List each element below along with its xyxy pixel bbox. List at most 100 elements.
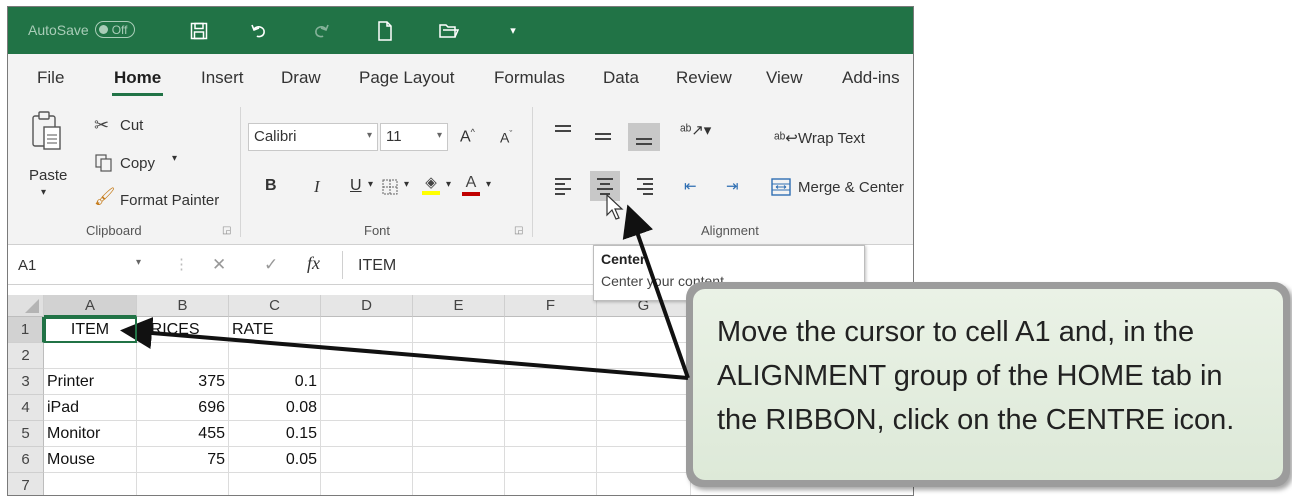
table-cell[interactable]: 455 [137,421,229,447]
column-header[interactable]: D [321,295,413,317]
underline-dropdown-icon[interactable]: ▾ [368,179,373,190]
tab-file[interactable]: File [37,68,64,88]
cell-empty[interactable] [505,317,597,343]
column-header[interactable]: F [505,295,597,317]
cell-empty[interactable] [229,473,321,495]
cell-empty[interactable] [321,343,413,369]
cell-empty[interactable] [597,421,691,447]
table-cell[interactable]: iPad [44,395,137,421]
row-header[interactable]: 3 [8,369,44,395]
table-cell[interactable]: 0.08 [229,395,321,421]
top-align-icon[interactable] [550,119,576,145]
cancel-icon[interactable]: ✕ [212,255,226,275]
redo-icon[interactable] [306,7,336,54]
cell-empty[interactable] [321,447,413,473]
tab-formulas[interactable]: Formulas [494,68,565,88]
cell-b1[interactable]: PRICES [137,317,229,343]
bold-button[interactable]: B [265,177,277,195]
cell-empty[interactable] [413,473,505,495]
cut-button[interactable]: Cut [120,117,143,134]
table-cell[interactable]: 375 [137,369,229,395]
cell-empty[interactable] [505,447,597,473]
table-cell[interactable]: 696 [137,395,229,421]
autosave-toggle[interactable]: AutoSave Off [28,21,135,38]
copy-dropdown-icon[interactable]: ▾ [172,153,177,164]
cell-a1[interactable]: ITEM [44,317,137,343]
row-header[interactable]: 7 [8,473,44,495]
merge-center-icon[interactable] [770,177,792,197]
font-size-select[interactable]: 11 ▾ [380,123,448,151]
cell-empty[interactable] [321,369,413,395]
tab-add-ins[interactable]: Add-ins [842,68,900,88]
font-color-dropdown-icon[interactable]: ▾ [486,179,491,190]
cell-empty[interactable] [597,317,691,343]
tab-page-layout[interactable]: Page Layout [359,68,454,88]
align-left-icon[interactable] [550,173,576,199]
name-box-dropdown-icon[interactable]: ▾ [136,257,141,268]
cell-c1[interactable]: RATE [229,317,321,343]
borders-icon[interactable] [380,177,400,197]
tab-review[interactable]: Review [676,68,732,88]
cell-empty[interactable] [413,369,505,395]
cell-empty[interactable] [44,343,137,369]
decrease-indent-icon[interactable]: ⇤ [684,177,697,195]
row-header[interactable]: 1 [8,317,44,343]
table-cell[interactable]: Printer [44,369,137,395]
cell-empty[interactable] [44,473,137,495]
column-header[interactable]: A [44,295,137,317]
column-header[interactable]: B [137,295,229,317]
enter-icon[interactable]: ✓ [264,255,278,275]
row-header[interactable]: 6 [8,447,44,473]
paste-icon[interactable] [28,109,66,155]
align-right-icon[interactable] [632,173,658,199]
table-cell[interactable]: Mouse [44,447,137,473]
cell-empty[interactable] [137,473,229,495]
borders-dropdown-icon[interactable]: ▾ [404,179,409,190]
scissors-icon[interactable]: ✂ [94,115,109,136]
new-file-icon[interactable] [370,7,400,54]
cell-empty[interactable] [413,395,505,421]
cell-empty[interactable] [505,395,597,421]
cell-empty[interactable] [505,421,597,447]
format-painter-button[interactable]: Format Painter [120,192,219,209]
cell-empty[interactable] [321,395,413,421]
cell-empty[interactable] [597,473,691,495]
table-cell[interactable]: Monitor [44,421,137,447]
paste-button[interactable]: Paste [29,167,67,184]
customize-dropdown-icon[interactable]: ▾ [498,7,528,54]
bottom-align-icon[interactable] [628,123,660,151]
cell-empty[interactable] [413,447,505,473]
cell-empty[interactable] [321,317,413,343]
name-box[interactable]: A1 [18,257,36,274]
tab-draw[interactable]: Draw [281,68,321,88]
wrap-text-icon[interactable]: ᵃᵇ↩ [774,129,798,147]
cell-empty[interactable] [413,421,505,447]
cell-empty[interactable] [505,369,597,395]
paste-dropdown-icon[interactable]: ▾ [41,187,46,198]
grow-font-button[interactable]: A^ [460,127,475,146]
cell-empty[interactable] [505,343,597,369]
save-icon[interactable] [184,7,214,54]
autosave-switch[interactable]: Off [94,21,135,38]
cell-empty[interactable] [597,447,691,473]
fill-color-icon[interactable]: ◈ [420,171,442,199]
table-cell[interactable]: 0.1 [229,369,321,395]
insert-function-icon[interactable]: fx [307,253,320,274]
cell-empty[interactable] [321,473,413,495]
formula-input[interactable]: ITEM [358,257,396,275]
open-folder-icon[interactable] [434,7,464,54]
cell-empty[interactable] [137,343,229,369]
middle-align-icon[interactable] [590,123,616,149]
cell-empty[interactable] [413,317,505,343]
fill-color-dropdown-icon[interactable]: ▾ [446,179,451,190]
wrap-text-button[interactable]: Wrap Text [798,130,865,147]
copy-button[interactable]: Copy [120,155,155,172]
cell-empty[interactable] [229,343,321,369]
undo-icon[interactable] [244,7,274,54]
shrink-font-button[interactable]: Aˇ [500,129,512,146]
column-header[interactable]: C [229,295,321,317]
copy-icon[interactable] [94,153,114,173]
select-all-corner[interactable] [8,295,44,317]
tab-home[interactable]: Home [111,68,164,96]
cell-empty[interactable] [597,369,691,395]
